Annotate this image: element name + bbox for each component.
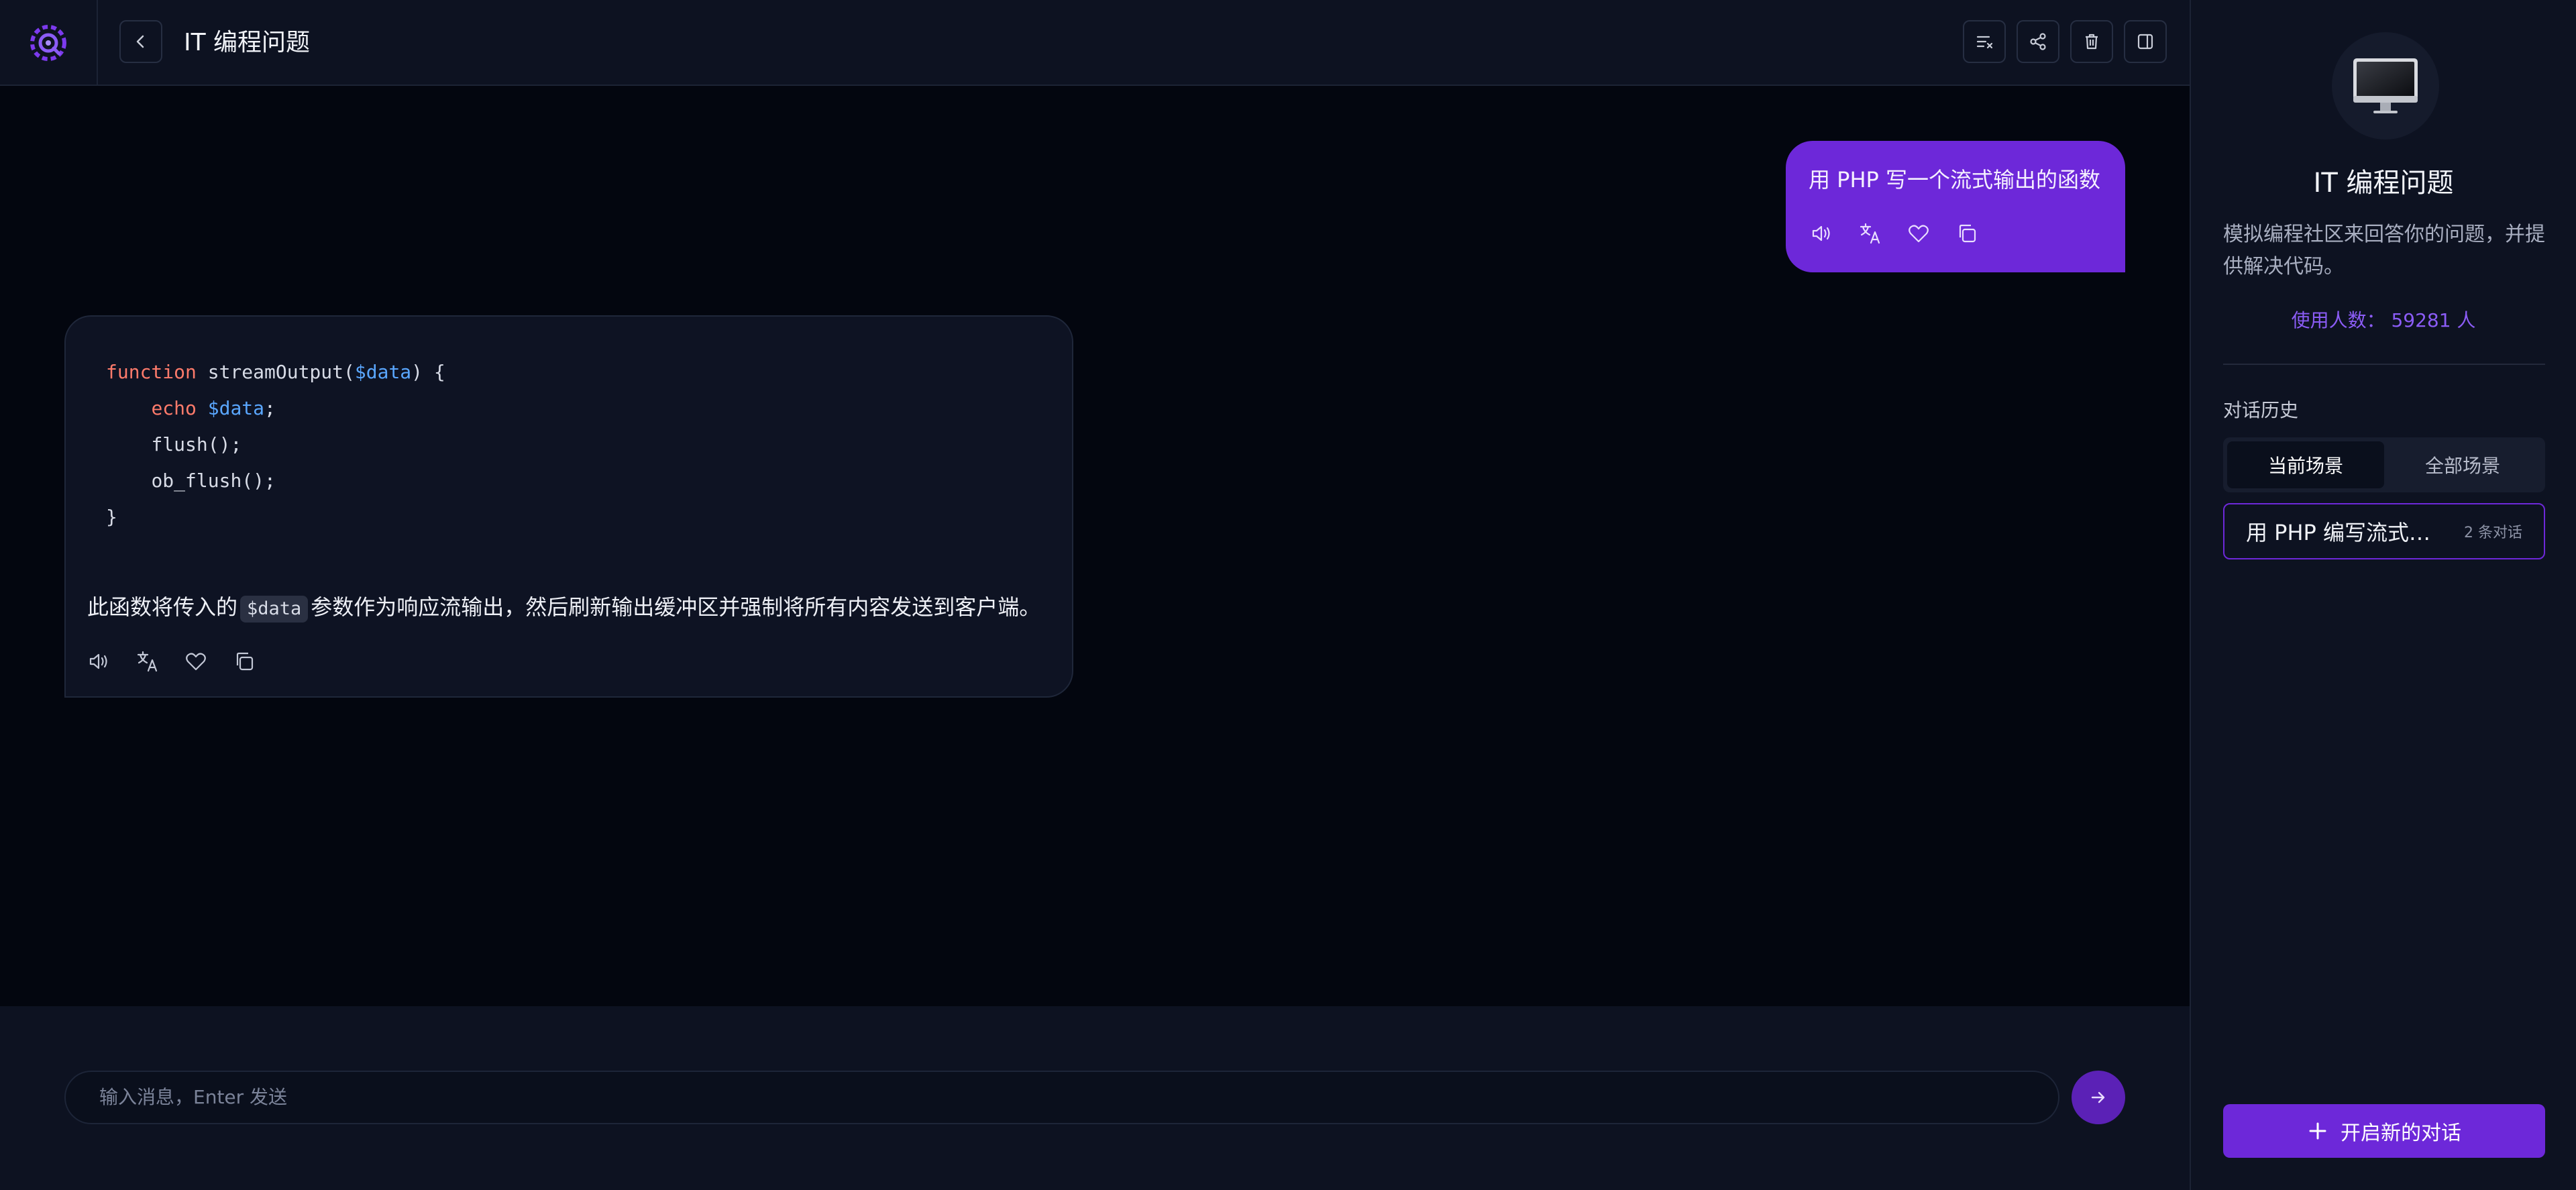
tab-current-scene[interactable]: 当前场景 (2227, 441, 2384, 488)
heart-icon[interactable] (182, 648, 209, 675)
conversation-title: 用 PHP 编写流式输出函数 (2246, 520, 2447, 545)
scene-title: IT 编程问题 (2313, 168, 2454, 199)
code-keyword: echo (151, 397, 197, 419)
share-icon (2030, 33, 2046, 50)
history-label: 对话历史 (2223, 399, 2299, 421)
send-button[interactable] (2072, 1071, 2125, 1124)
clear-icon (1976, 36, 1993, 49)
text-segment: 此函数将传入的 (87, 594, 238, 620)
trash-icon (2086, 34, 2098, 50)
copy-icon[interactable] (231, 648, 258, 675)
code-text: streamOutput( (196, 361, 355, 383)
code-text: } (106, 506, 117, 528)
code-text: flush(); (151, 433, 242, 455)
top-bar: IT 编程问题 (0, 0, 2190, 86)
conversation-item[interactable]: 用 PHP 编写流式输出函数 2 条对话 (2223, 503, 2545, 559)
speaker-icon[interactable] (86, 648, 113, 675)
user-message-actions (1809, 220, 1980, 247)
translate-icon[interactable] (134, 648, 161, 675)
scene-avatar (2332, 32, 2439, 140)
code-variable: $data (354, 361, 412, 383)
composer: 输入消息，Enter 发送 (0, 1006, 2190, 1190)
header-divider (97, 0, 98, 86)
plus-icon (2309, 1122, 2326, 1140)
chat-main: IT 编程问题 用 PHP 写一个流式输出的函数 function stream… (0, 0, 2190, 1190)
code-keyword: function (106, 361, 197, 383)
toggle-sidebar-button[interactable] (2124, 20, 2167, 63)
back-button[interactable] (119, 20, 162, 63)
assistant-message-text: 此函数将传入的 $data 参数作为响应流输出，然后刷新输出缓冲区并强制将所有内容发… (87, 592, 1040, 623)
chevron-left-icon (136, 35, 144, 48)
copy-icon[interactable] (1953, 220, 1980, 247)
monitor-icon (2353, 58, 2418, 113)
delete-button[interactable] (2070, 20, 2113, 63)
sidebar-divider (2223, 364, 2545, 365)
speaker-icon[interactable] (1809, 220, 1835, 247)
user-message: 用 PHP 写一个流式输出的函数 (1786, 141, 2125, 272)
code-text: ob_flush(); (151, 470, 276, 492)
scene-description: 模拟编程社区来回答你的问题，并提供解决代码。 (2223, 223, 2545, 278)
assistant-message: function streamOutput($data) { echo $dat… (64, 315, 1073, 698)
history-scope-tabs: 当前场景 全部场景 (2223, 437, 2545, 492)
arrow-right-icon (2091, 1091, 2105, 1103)
translate-icon[interactable] (1857, 220, 1884, 247)
user-count: 使用人数： 59281 人 (2291, 309, 2476, 331)
clear-context-button[interactable] (1963, 20, 2006, 63)
code-variable: $data (207, 397, 265, 419)
text-segment: 参数作为响应流输出，然后刷新输出缓冲区并强制将所有内容发送到客户端。 (311, 594, 1041, 620)
code-text: ; (264, 397, 276, 419)
assistant-message-actions (86, 648, 258, 675)
code-block: function streamOutput($data) { echo $dat… (106, 354, 445, 535)
new-chat-button[interactable]: 开启新的对话 (2223, 1104, 2545, 1158)
inline-code: $data (240, 596, 309, 623)
logo-icon[interactable] (28, 23, 68, 63)
new-chat-label: 开启新的对话 (2341, 1122, 2461, 1145)
share-button[interactable] (2017, 20, 2059, 63)
tab-all-scenes[interactable]: 全部场景 (2384, 441, 2541, 488)
message-input[interactable]: 输入消息，Enter 发送 (64, 1071, 2059, 1124)
conversation-count: 2 条对话 (2464, 525, 2522, 541)
heart-icon[interactable] (1905, 220, 1932, 247)
scene-sidebar: IT 编程问题 模拟编程社区来回答你的问题，并提供解决代码。 使用人数： 592… (2190, 0, 2576, 1190)
user-message-text: 用 PHP 写一个流式输出的函数 (1809, 167, 2101, 193)
page-title: IT 编程问题 (184, 29, 311, 56)
code-text: ) { (411, 361, 445, 383)
panel-icon (2137, 34, 2153, 50)
